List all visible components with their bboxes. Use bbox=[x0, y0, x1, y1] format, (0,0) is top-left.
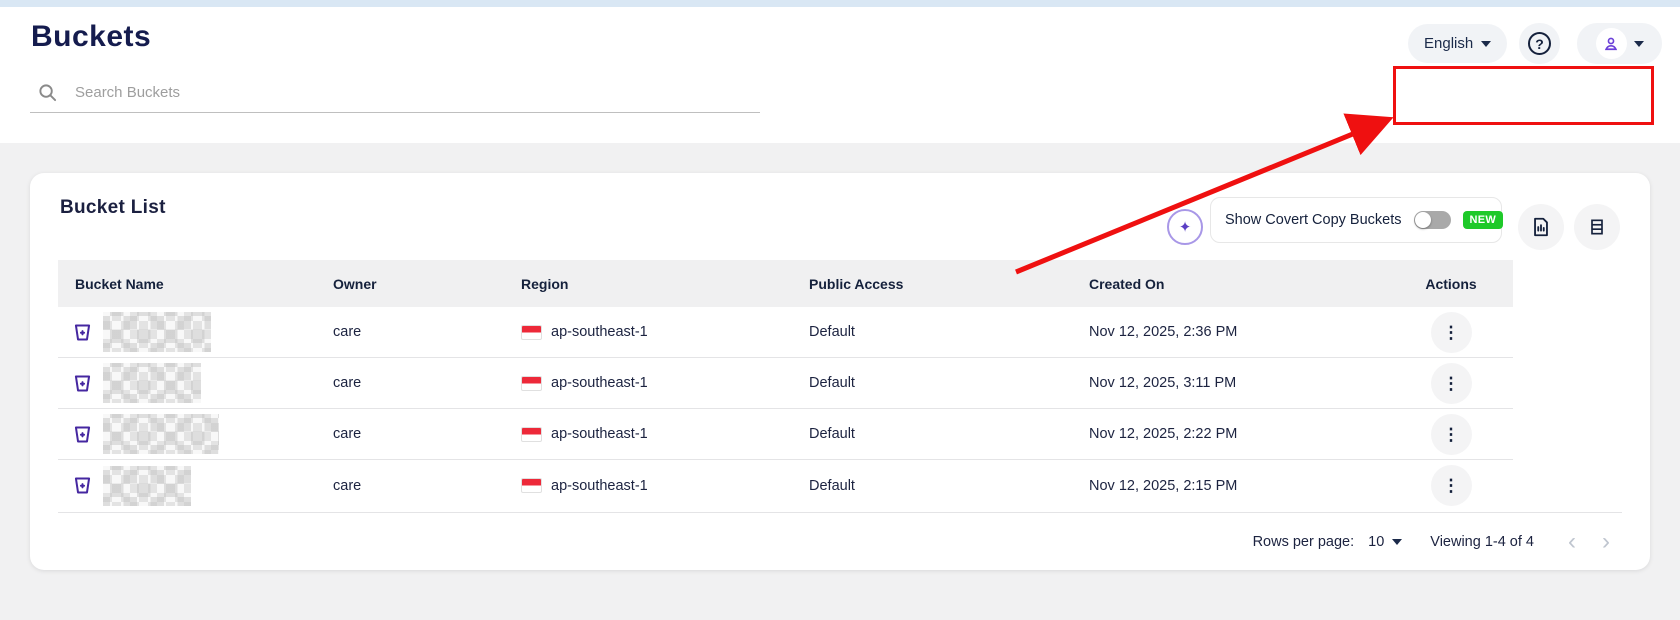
col-actions: Actions bbox=[1425, 275, 1477, 292]
col-bucket-name: Bucket Name bbox=[75, 275, 164, 292]
created-on-cell: Nov 12, 2025, 3:11 PM bbox=[1089, 375, 1237, 391]
avatar bbox=[1595, 28, 1627, 59]
bucket-name-cell bbox=[58, 363, 333, 403]
region-label: ap-southeast-1 bbox=[551, 375, 648, 391]
search-bucket-field[interactable] bbox=[30, 73, 760, 113]
public-access-cell: Default bbox=[809, 426, 855, 442]
region-cell: ap-southeast-1 bbox=[521, 426, 809, 442]
owner-cell: care bbox=[333, 375, 362, 391]
singapore-flag-icon bbox=[521, 324, 542, 340]
help-button[interactable]: ? bbox=[1519, 23, 1560, 64]
covert-copy-toggle-group: Show Covert Copy Buckets NEW bbox=[1210, 197, 1504, 243]
table-row[interactable]: care ap-southeast-1 Default Nov 12, 2025… bbox=[58, 307, 1513, 358]
table-row[interactable]: care ap-southeast-1 Default Nov 12, 2025… bbox=[58, 409, 1513, 460]
chevron-down-icon bbox=[1481, 40, 1492, 47]
pager: ‹ › bbox=[1568, 529, 1610, 554]
region-cell: ap-southeast-1 bbox=[521, 375, 809, 391]
bucket-icon bbox=[74, 477, 91, 494]
row-actions-menu-button[interactable]: ⋮ bbox=[1430, 465, 1472, 506]
chevron-down-icon bbox=[1392, 538, 1403, 545]
card-title: Bucket List bbox=[60, 197, 166, 218]
created-on-cell: Nov 12, 2025, 2:15 PM bbox=[1089, 477, 1238, 494]
table-pagination-footer: Rows per page: 10 Viewing 1-4 of 4 ‹ › bbox=[58, 512, 1622, 570]
owner-cell: care bbox=[333, 324, 362, 340]
page-title: Buckets bbox=[31, 20, 152, 53]
public-access-cell: Default bbox=[809, 324, 855, 340]
ai-sparkle-icon[interactable]: ✦ bbox=[1167, 209, 1203, 245]
bucket-icon bbox=[74, 323, 91, 341]
col-region: Region bbox=[521, 275, 569, 292]
singapore-flag-icon bbox=[521, 375, 542, 391]
row-actions-menu-button[interactable]: ⋮ bbox=[1430, 413, 1472, 455]
viewing-range-text: Viewing 1-4 of 4 bbox=[1430, 533, 1534, 550]
col-owner: Owner bbox=[333, 275, 377, 292]
page-header: Buckets English ? bbox=[0, 7, 1680, 143]
created-on-cell: Nov 12, 2025, 2:22 PM bbox=[1089, 426, 1238, 442]
table-row[interactable]: care ap-southeast-1 Default Nov 12, 2025… bbox=[58, 460, 1513, 511]
list-view-icon bbox=[1591, 219, 1603, 235]
help-icon: ? bbox=[1528, 32, 1551, 55]
row-actions-menu-button[interactable]: ⋮ bbox=[1430, 362, 1472, 404]
region-label: ap-southeast-1 bbox=[551, 426, 648, 442]
singapore-flag-icon bbox=[521, 478, 542, 493]
region-label: ap-southeast-1 bbox=[551, 324, 648, 340]
redacted-bucket-name bbox=[103, 312, 211, 352]
created-on-cell: Nov 12, 2025, 2:36 PM bbox=[1089, 324, 1238, 340]
bucket-list-card: Bucket List ✦ Show Covert Copy Buckets N… bbox=[30, 173, 1650, 570]
next-page-button[interactable]: › bbox=[1602, 529, 1610, 554]
region-cell: ap-southeast-1 bbox=[521, 478, 809, 494]
list-view-button[interactable] bbox=[1574, 204, 1620, 250]
covert-copy-toggle[interactable] bbox=[1413, 211, 1451, 229]
account-menu[interactable] bbox=[1577, 23, 1662, 64]
redacted-bucket-name bbox=[103, 414, 219, 454]
search-input[interactable] bbox=[75, 84, 760, 101]
redacted-bucket-name bbox=[103, 465, 191, 506]
previous-page-button[interactable]: ‹ bbox=[1568, 529, 1576, 554]
covert-toggle-label: Show Covert Copy Buckets bbox=[1225, 212, 1402, 228]
redacted-bucket-name bbox=[103, 363, 201, 403]
new-badge: NEW bbox=[1462, 211, 1504, 229]
bucket-icon bbox=[74, 425, 91, 443]
region-label: ap-southeast-1 bbox=[551, 477, 648, 494]
toggle-knob bbox=[1414, 212, 1431, 228]
language-label: English bbox=[1424, 35, 1474, 52]
bucket-name-cell bbox=[58, 465, 333, 506]
search-icon bbox=[38, 83, 57, 102]
language-selector[interactable]: English bbox=[1408, 24, 1508, 63]
chevron-down-icon bbox=[1633, 40, 1644, 47]
public-access-cell: Default bbox=[809, 375, 855, 391]
region-cell: ap-southeast-1 bbox=[521, 324, 809, 340]
public-access-cell: Default bbox=[809, 477, 855, 494]
col-public-access: Public Access bbox=[809, 275, 904, 292]
col-created-on: Created On bbox=[1089, 275, 1165, 292]
report-document-icon bbox=[1534, 217, 1548, 237]
bucket-name-cell bbox=[58, 414, 333, 454]
rows-per-page-label: Rows per page: bbox=[1252, 533, 1355, 550]
row-actions-menu-button[interactable]: ⋮ bbox=[1430, 311, 1472, 353]
export-report-button[interactable] bbox=[1518, 204, 1564, 250]
bucket-icon bbox=[74, 374, 91, 392]
person-icon bbox=[1604, 37, 1618, 50]
owner-cell: care bbox=[333, 426, 362, 442]
table-row[interactable]: care ap-southeast-1 Default Nov 12, 2025… bbox=[58, 358, 1513, 409]
owner-cell: care bbox=[333, 477, 362, 494]
singapore-flag-icon bbox=[521, 426, 542, 442]
browser-top-strip bbox=[0, 0, 1680, 7]
rows-per-page-select[interactable]: 10 bbox=[1368, 533, 1403, 550]
bucket-table: Bucket Name Owner Region Public Access C… bbox=[58, 260, 1513, 511]
rows-per-page-value: 10 bbox=[1368, 533, 1385, 550]
table-header-row: Bucket Name Owner Region Public Access C… bbox=[58, 260, 1513, 307]
rows-per-page: Rows per page: 10 bbox=[1253, 534, 1403, 550]
bucket-name-cell bbox=[58, 312, 333, 352]
